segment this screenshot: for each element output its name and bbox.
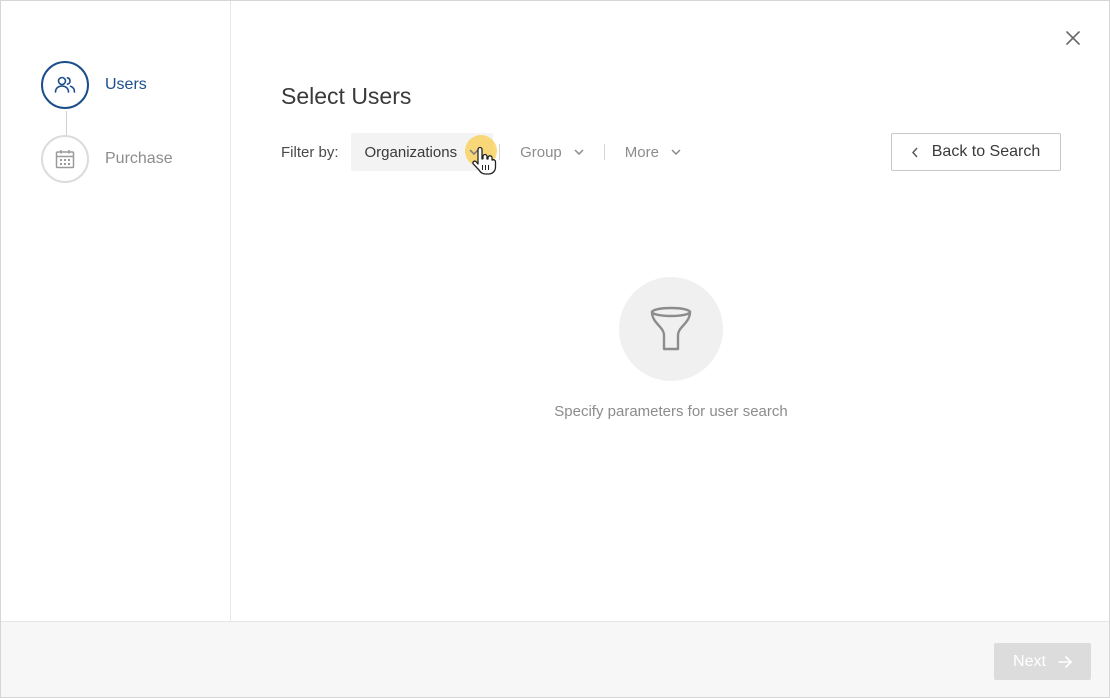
close-button[interactable]	[1061, 26, 1085, 50]
arrow-right-icon	[1058, 655, 1072, 668]
step-connector	[66, 111, 67, 135]
next-button[interactable]: Next	[994, 643, 1091, 680]
step-users[interactable]: Users	[41, 61, 147, 109]
wizard-sidebar: Users Purchase	[1, 1, 231, 621]
filter-organizations-dropdown[interactable]: Organizations	[350, 133, 497, 175]
filter-organizations-label: Organizations	[364, 143, 458, 161]
step-users-circle	[41, 61, 89, 109]
step-purchase[interactable]: Purchase	[41, 135, 173, 183]
empty-state-text: Specify parameters for user search	[554, 403, 788, 420]
calendar-icon	[55, 150, 75, 169]
chevron-down-icon	[574, 149, 584, 155]
filter-separator	[603, 144, 605, 160]
close-icon	[1066, 31, 1080, 45]
filter-bar: Filter by: Organizations Group More	[281, 133, 695, 175]
filter-more-dropdown[interactable]: More	[611, 133, 695, 171]
step-users-label: Users	[105, 76, 147, 93]
select-users-dialog: Users Purchase Select Users Filter by: O…	[0, 0, 1110, 698]
filter-more-label: More	[624, 143, 659, 161]
dialog-footer: Next	[1, 621, 1109, 697]
step-purchase-label: Purchase	[105, 150, 173, 167]
next-label: Next	[1013, 652, 1046, 670]
chevron-left-icon	[911, 147, 918, 158]
filter-separator	[499, 144, 501, 160]
back-to-search-button[interactable]: Back to Search	[891, 133, 1061, 171]
users-icon	[54, 76, 76, 93]
step-purchase-circle	[41, 135, 89, 183]
filter-label: Filter by:	[281, 143, 339, 161]
empty-state-icon-circle	[619, 277, 723, 381]
page-title: Select Users	[281, 83, 412, 109]
hand-pointer-icon	[471, 146, 496, 175]
filter-group-label: Group	[520, 143, 562, 161]
filter-group-dropdown[interactable]: Group	[506, 133, 598, 171]
funnel-icon	[650, 306, 692, 351]
chevron-down-icon	[671, 149, 681, 155]
back-to-search-label: Back to Search	[931, 143, 1041, 160]
